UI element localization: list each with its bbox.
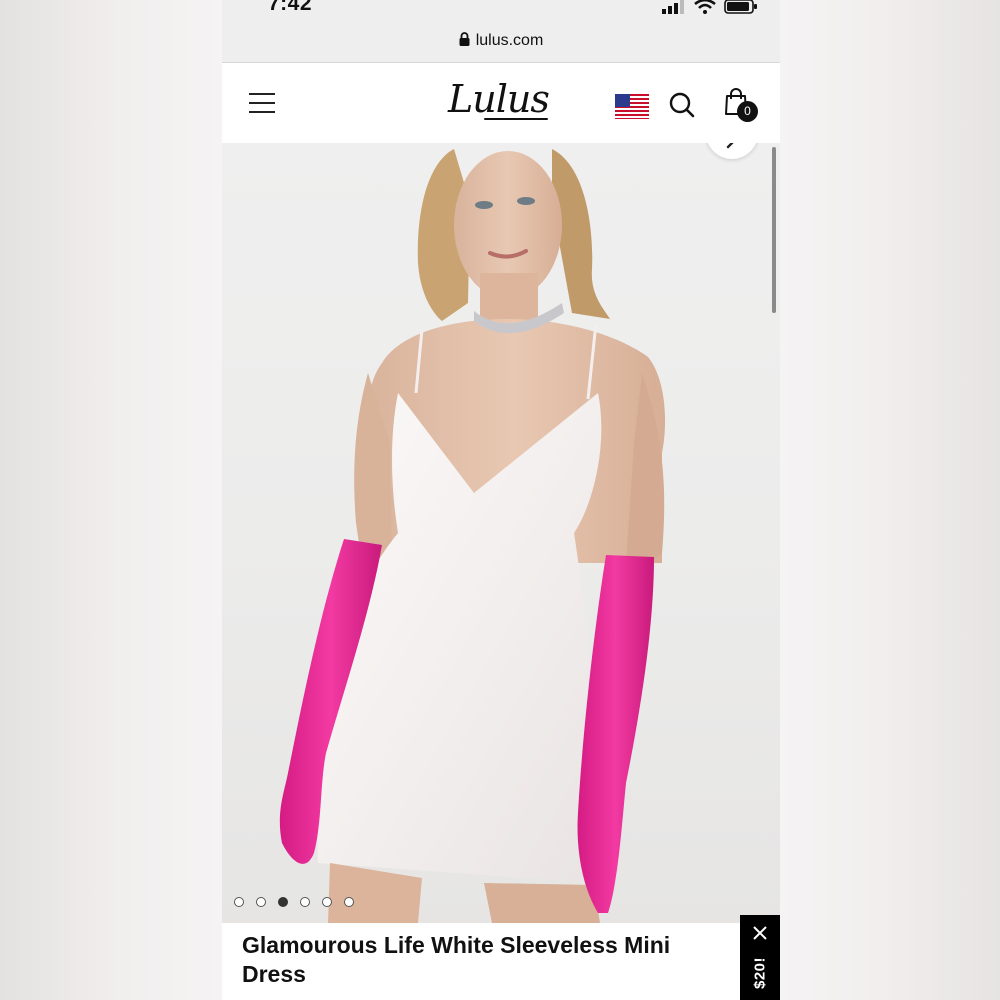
wifi-icon: [694, 0, 716, 14]
gallery-dot[interactable]: [300, 897, 310, 907]
site-header: Lulus 0: [222, 63, 780, 143]
status-bar: 7:42: [222, 0, 780, 28]
status-time: 7:42: [268, 0, 313, 15]
next-image-button[interactable]: [706, 143, 758, 159]
logo-underline: [484, 118, 548, 120]
site-logo[interactable]: Lulus: [448, 77, 550, 121]
gallery-dot[interactable]: [344, 897, 354, 907]
close-icon[interactable]: [752, 925, 768, 941]
search-icon[interactable]: [669, 92, 695, 118]
cart-count-badge: 0: [737, 101, 758, 122]
page-scrollbar[interactable]: [772, 147, 776, 313]
gallery-dot[interactable]: [278, 897, 288, 907]
gallery-dot[interactable]: [322, 897, 332, 907]
phone-screen: 7:42 lulus.com Lulus 0 Glamourous Life W…: [222, 0, 780, 1000]
url-text: lulus.com: [475, 32, 544, 49]
status-icons: [662, 0, 758, 14]
chevron-right-icon: [726, 143, 734, 149]
url-display[interactable]: lulus.com: [222, 32, 780, 50]
product-image-gallery[interactable]: [222, 143, 780, 923]
hamburger-menu-icon[interactable]: [249, 93, 275, 114]
product-title: Glamourous Life White Sleeveless Mini Dr…: [242, 932, 671, 987]
lock-icon: [459, 32, 470, 46]
promo-label: $20!: [751, 956, 769, 990]
product-photo: [279, 149, 666, 923]
promo-tab[interactable]: $20!: [740, 915, 780, 1000]
browser-url-bar[interactable]: lulus.com: [222, 28, 780, 63]
us-flag-icon[interactable]: [615, 94, 649, 119]
battery-icon: [724, 0, 757, 14]
gallery-dot[interactable]: [256, 897, 266, 907]
gallery-dot[interactable]: [234, 897, 244, 907]
signal-icon: [662, 0, 684, 14]
gallery-pagination-dots: [234, 897, 354, 907]
